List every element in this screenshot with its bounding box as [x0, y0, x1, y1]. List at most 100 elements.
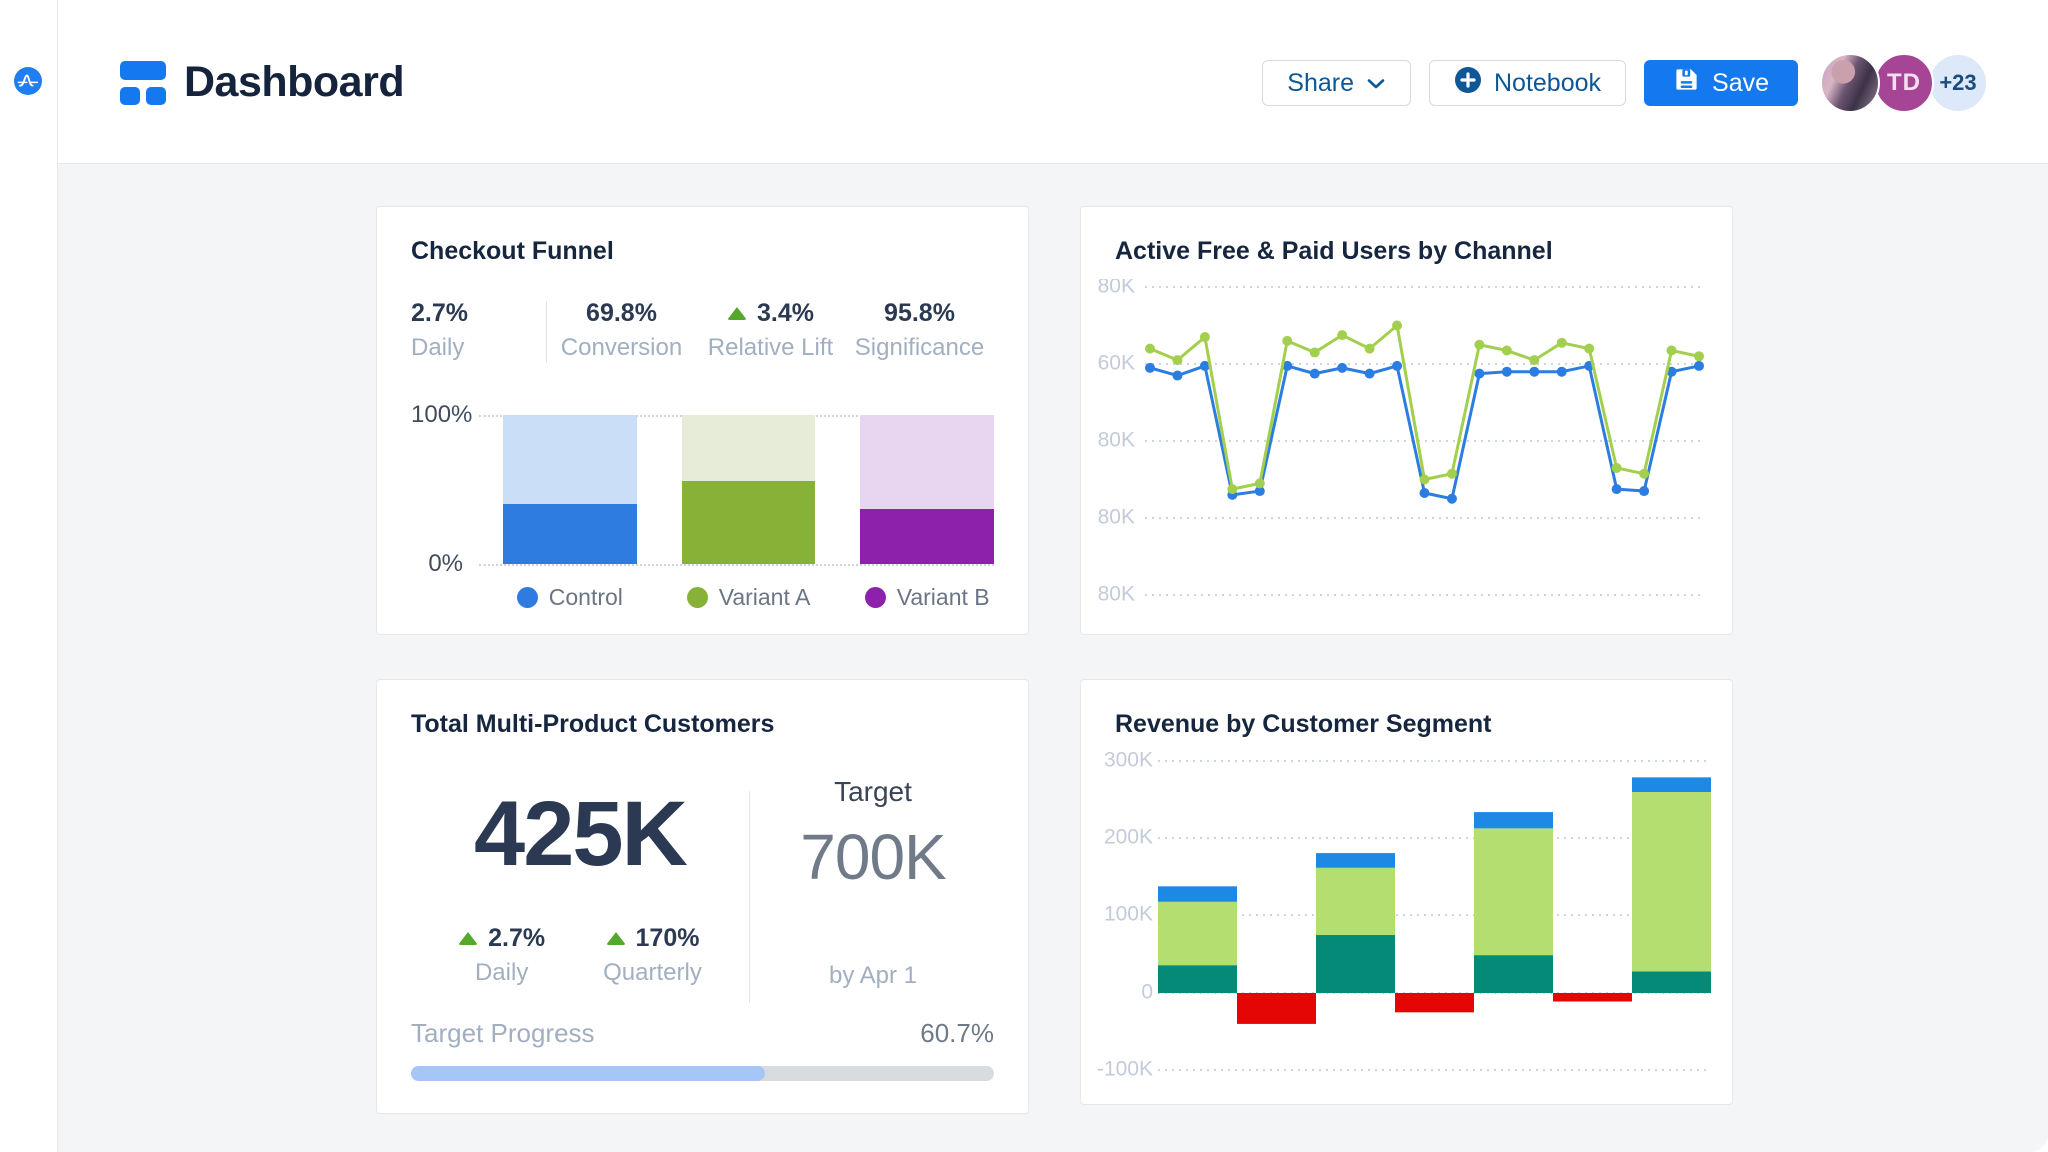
line-point — [1227, 484, 1237, 494]
revenue-negative-bar — [1237, 993, 1316, 1024]
avatar-group: TD +23 — [1820, 53, 1988, 113]
y-axis-tick: 60K — [1098, 352, 1135, 375]
card-title: Active Free & Paid Users by Channel — [1115, 237, 1553, 266]
save-button[interactable]: Save — [1644, 60, 1798, 106]
funnel-bar-fill — [503, 504, 637, 564]
line-point — [1392, 321, 1402, 331]
line-point — [1694, 361, 1704, 371]
line-point — [1667, 346, 1677, 356]
customers-target-block: Target 700K by Apr 1 — [750, 776, 996, 990]
y-axis-tick: 100% — [411, 401, 463, 429]
line-point — [1529, 367, 1539, 377]
kpi-label: Significance — [855, 334, 984, 362]
kpi-label: Quarterly — [603, 959, 702, 987]
save-floppy-icon — [1673, 66, 1700, 100]
user-initials-avatar[interactable]: TD — [1874, 53, 1934, 113]
progress-label: Target Progress — [411, 1018, 595, 1049]
line-point — [1172, 355, 1182, 365]
legend-label: Control — [549, 584, 623, 611]
brand: Dashboard — [120, 58, 404, 107]
revenue-bar-segment — [1632, 777, 1711, 792]
line-point — [1447, 469, 1457, 479]
funnel-legend: Control Variant A Variant B — [503, 584, 994, 611]
customers-kpi-row: 2.7% Daily 170% Quarterly — [411, 924, 749, 987]
legend-item: Variant A — [682, 584, 816, 611]
y-axis-tick: 80K — [1098, 279, 1135, 298]
current-customers-value: 425K — [411, 788, 749, 880]
line-point — [1612, 484, 1622, 494]
progress-value: 60.7% — [920, 1018, 994, 1049]
amplitude-logo-icon[interactable] — [13, 66, 43, 96]
customers-card: Total Multi-Product Customers 425K 2.7% … — [376, 679, 1029, 1114]
funnel-bars — [503, 415, 994, 564]
revenue-stacked-bar-chart: 300K200K100K0-100K — [1095, 752, 1717, 1098]
y-axis-tick: 80K — [1098, 429, 1135, 452]
line-point — [1392, 361, 1402, 371]
y-axis-tick: 0 — [1141, 981, 1153, 1004]
kpi-daily: 2.7% Daily — [411, 299, 516, 362]
revenue-negative-bar — [1553, 993, 1632, 1002]
revenue-bar-segment — [1316, 853, 1395, 868]
funnel-bar-fill — [860, 509, 994, 564]
plus-circle-icon — [1454, 66, 1482, 101]
line-point — [1447, 494, 1457, 504]
line-point — [1474, 340, 1484, 350]
target-value: 700K — [750, 820, 996, 894]
revenue-card: Revenue by Customer Segment 300K200K100K… — [1080, 679, 1733, 1105]
y-axis-tick: 300K — [1104, 752, 1153, 772]
notebook-button[interactable]: Notebook — [1429, 60, 1626, 106]
kpi-value: 69.8% — [586, 299, 657, 328]
progress-bar-track — [411, 1066, 994, 1081]
checkout-funnel-card: Checkout Funnel 2.7% Daily 69.8% Convers… — [376, 206, 1029, 635]
dashboard-logo-icon — [120, 61, 166, 105]
revenue-bar-segment — [1316, 935, 1395, 993]
trend-up-icon — [458, 932, 478, 945]
left-sidebar — [0, 0, 58, 1152]
funnel-bar — [682, 415, 816, 564]
app-window: Dashboard Share Notebook — [0, 0, 2048, 1152]
share-button-label: Share — [1287, 69, 1354, 98]
page-title: Dashboard — [184, 58, 404, 107]
kpi-daily: 2.7% Daily — [458, 924, 545, 987]
line-point — [1200, 332, 1210, 342]
kpi-value: 2.7% — [488, 924, 545, 953]
trend-up-icon — [606, 932, 626, 945]
line-point — [1337, 330, 1347, 340]
line-point — [1310, 347, 1320, 357]
line-point — [1365, 369, 1375, 379]
card-title: Revenue by Customer Segment — [1115, 710, 1492, 739]
active-users-card: Active Free & Paid Users by Channel 80K 6… — [1080, 206, 1733, 635]
funnel-bar-fill — [682, 481, 816, 564]
legend-dot — [687, 587, 708, 608]
line-point — [1420, 488, 1430, 498]
share-button[interactable]: Share — [1262, 60, 1411, 106]
card-title: Total Multi-Product Customers — [411, 710, 774, 739]
line-point — [1474, 369, 1484, 379]
line-point — [1365, 344, 1375, 354]
line-point — [1694, 351, 1704, 361]
kpi-label: Conversion — [561, 334, 682, 362]
y-axis-tick: 80K — [1098, 506, 1135, 529]
avatar-overflow-count[interactable]: +23 — [1928, 53, 1988, 113]
funnel-kpi-row: 2.7% Daily 69.8% Conversion 3.4% Relativ… — [411, 299, 994, 363]
legend-label: Variant B — [897, 584, 990, 611]
kpi-label: Relative Lift — [708, 334, 833, 362]
user-photo-avatar[interactable] — [1820, 53, 1880, 113]
line-point — [1502, 346, 1512, 356]
line-point — [1502, 367, 1512, 377]
y-axis-tick: 200K — [1104, 826, 1153, 849]
revenue-bar-segment — [1158, 886, 1237, 901]
chevron-down-icon — [1366, 69, 1386, 98]
kpi-value: 3.4% — [757, 299, 814, 328]
legend-item: Variant B — [860, 584, 994, 611]
gridline — [479, 564, 994, 566]
line-point — [1310, 369, 1320, 379]
line-point — [1529, 355, 1539, 365]
revenue-bar-segment — [1158, 902, 1237, 965]
notebook-button-label: Notebook — [1494, 69, 1601, 98]
header: Dashboard Share Notebook — [58, 0, 2048, 164]
line-point — [1282, 336, 1292, 346]
y-axis-tick: 80K — [1098, 583, 1135, 606]
funnel-chart: 100%0%ControlVariant AVariant B — [411, 415, 994, 611]
kpi-significance: 95.8% Significance — [845, 299, 994, 362]
